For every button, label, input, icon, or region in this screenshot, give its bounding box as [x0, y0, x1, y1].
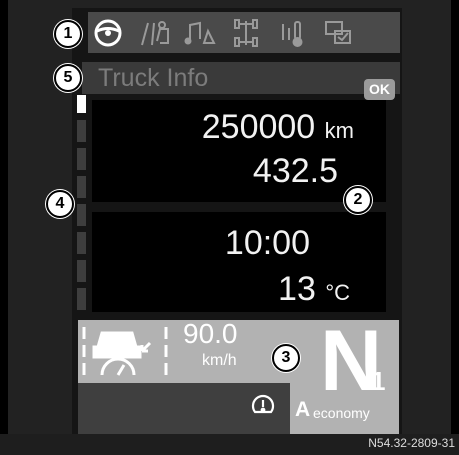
scroll-thumb[interactable] [77, 95, 86, 113]
menu-icon-bar [88, 12, 400, 53]
clock-value: 10:00 [224, 224, 310, 262]
odometer-value: 250000 [201, 108, 316, 146]
cruise-control-icon [80, 323, 170, 379]
tire-pressure-warning-icon [250, 392, 276, 418]
odometer-unit: km [324, 118, 354, 143]
temperature-value: 13 [278, 270, 316, 308]
callout-1: 1 [54, 20, 82, 48]
scroll-track-segment [77, 148, 86, 170]
hydraulic-temperature-icon[interactable] [272, 12, 312, 53]
callout-2: 2 [344, 186, 372, 214]
distance-panel: 250000 km 432.5 [92, 100, 386, 202]
scroll-track-segment [77, 176, 86, 198]
scroll-track-segment [77, 204, 86, 226]
drive-mode-letter: A [295, 398, 311, 421]
lane-assist-icon[interactable] [134, 12, 174, 53]
trip-value: 432.5 [252, 152, 338, 190]
steering-wheel-icon[interactable] [88, 12, 128, 53]
scroll-track-segment [77, 288, 86, 310]
ok-button[interactable]: OK [364, 79, 395, 100]
settings-check-icon[interactable] [318, 12, 358, 53]
audio-phone-icon[interactable] [180, 12, 220, 53]
callout-5: 5 [54, 64, 82, 92]
menu-title: Truck Info [98, 64, 209, 92]
callout-3: 3 [272, 344, 300, 372]
odometer-readout: 250000 km [202, 108, 354, 147]
scroll-track-segment [77, 120, 86, 142]
set-speed-unit: km/h [202, 352, 237, 369]
temperature-unit: °C [325, 280, 350, 305]
figure-code: N54.32-2809-31 [368, 436, 455, 450]
temperature-readout: 13 °C [278, 270, 350, 309]
axle-configuration-icon[interactable] [226, 12, 266, 53]
callout-4: 4 [46, 190, 74, 218]
scroll-track-segment [77, 232, 86, 254]
set-speed-value: 90.0 [183, 318, 238, 349]
gear-subscript: 1 [371, 366, 386, 396]
scroll-track-segment [77, 260, 86, 282]
drive-mode-label: economy [313, 405, 370, 421]
time-temperature-panel: 10:00 13 °C [92, 212, 386, 312]
